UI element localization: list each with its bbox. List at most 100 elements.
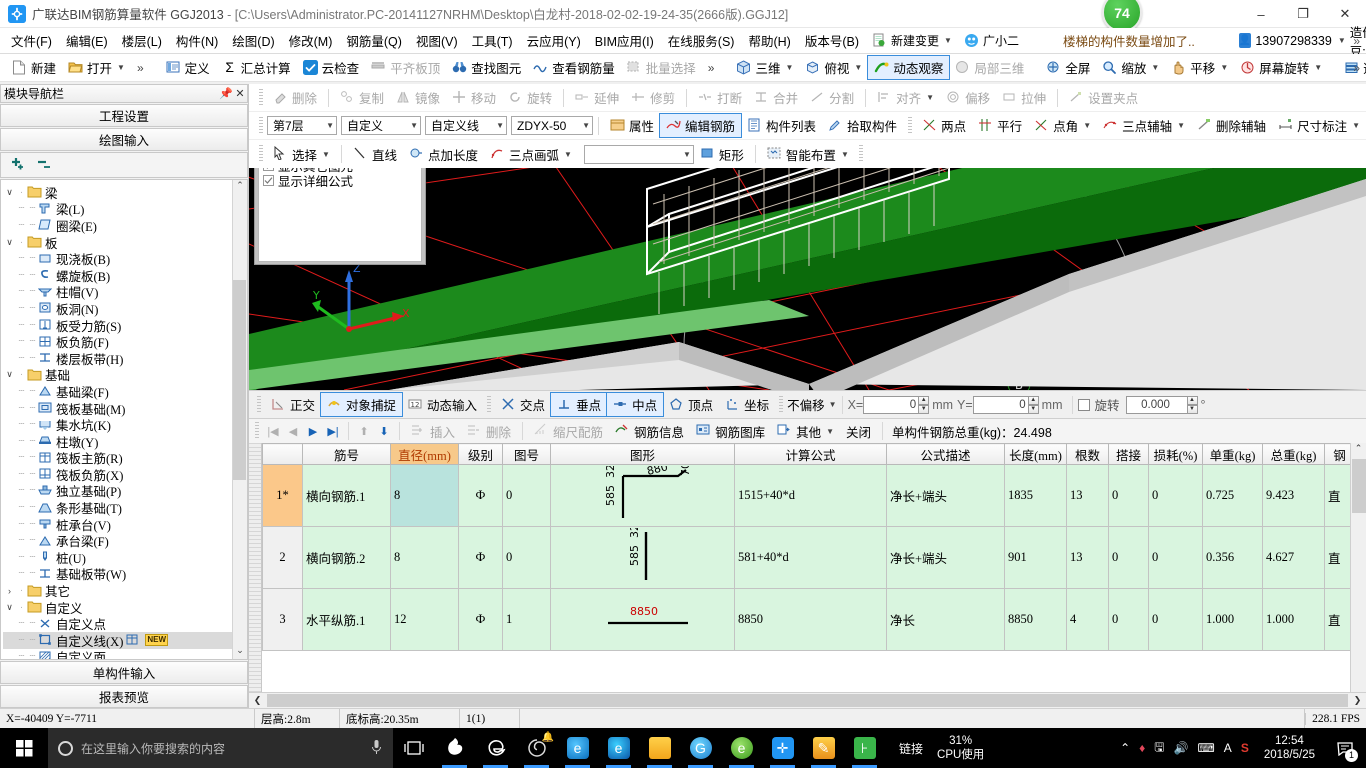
tree-item-6[interactable]: ┄ ┄ 柱帽(V) <box>3 284 232 300</box>
account-phone[interactable]: 13907298339 <box>1255 34 1331 48</box>
chevron-down-icon[interactable]: ▼ <box>854 63 862 72</box>
line-tool-button[interactable]: 直线 <box>347 143 403 166</box>
component-tree[interactable]: ∨ · 梁 ┄ ┄ 梁(L) ┄ ┄ 圈梁(E) ∨ · 板 ┄ ┄ 现浇板(B) ┄ ┄ 螺旋板(B) ┄ ┄ 柱帽(… <box>0 179 248 660</box>
taskbar-app-360[interactable]: G <box>680 728 721 768</box>
cell-count[interactable]: 13 <box>1066 526 1109 589</box>
perpendicular-snap-button[interactable]: 垂点 <box>550 392 609 417</box>
chevron-down-icon[interactable]: ▼ <box>496 121 504 130</box>
cell-loss[interactable]: 0 <box>1148 526 1203 589</box>
rebar-table-container[interactable]: 筋号 直径(mm) 级别 图号 图形 计算公式 公式描述 长度(mm) 根数 搭接 损耗(%) 单重(… <box>249 443 1366 692</box>
rotate-button[interactable]: 旋转 <box>502 86 558 109</box>
toolbar-grip[interactable] <box>259 116 263 135</box>
three-point-arc-button[interactable]: 三点画弧 ▼ <box>484 143 578 166</box>
column-header-9[interactable]: 根数 <box>1066 443 1109 465</box>
cell-lap[interactable]: 0 <box>1108 588 1149 651</box>
tree-item-2[interactable]: ┄ ┄ 圈梁(E) <box>3 217 232 234</box>
cell-total-weight[interactable]: 1.000 <box>1262 588 1325 651</box>
chevron-down-icon[interactable]: ▼ <box>322 150 330 159</box>
point-angle-button[interactable]: 点角 ▼ <box>1028 114 1097 137</box>
screen-rotate-button[interactable]: 屏幕旋转 ▼ <box>1234 56 1328 79</box>
optbar-grip[interactable] <box>487 395 492 414</box>
rotate-stepper[interactable]: ▲ ▼ <box>1186 395 1198 414</box>
move-button[interactable]: 移动 <box>446 86 502 109</box>
point-length-button[interactable]: 点加长度 <box>403 143 484 166</box>
member-list-button[interactable]: 构件列表 <box>741 114 822 137</box>
nav-close-icon[interactable]: ✕ <box>233 87 247 100</box>
cell-formula[interactable]: 1515+40*d <box>734 464 887 527</box>
toolbar-overflow-mid-icon[interactable]: » <box>702 61 721 75</box>
taskbar-app-ie[interactable]: e <box>557 728 598 768</box>
column-header-4[interactable]: 图号 <box>502 443 551 465</box>
stepper-up-icon[interactable]: ▲ <box>1027 395 1039 405</box>
rotate-input[interactable]: 0.000 <box>1125 395 1188 414</box>
menu-bim-app[interactable]: BIM应用(I) <box>588 28 661 53</box>
x-input[interactable]: 0 <box>863 395 920 414</box>
checkbox-show-detail-formula[interactable] <box>263 175 274 186</box>
chevron-down-icon[interactable]: ▼ <box>944 36 952 45</box>
tree-item-25[interactable]: ∨ · 自定义 <box>3 599 232 616</box>
tree-item-7[interactable]: ┄ ┄ 板洞(N) <box>3 300 232 317</box>
taskbar-app-spiral[interactable]: 🔔 <box>516 728 557 768</box>
cell-loss[interactable]: 0 <box>1148 588 1203 651</box>
rotate-checkbox[interactable] <box>1077 398 1090 411</box>
toolbar-grip[interactable] <box>858 145 863 163</box>
rebar-info-button[interactable]: 钢筋信息 <box>609 420 690 443</box>
scroll-down-icon[interactable]: ⌄ <box>236 645 244 659</box>
cell-total-weight[interactable]: 9.423 <box>1262 464 1325 527</box>
chevron-down-icon[interactable]: ▼ <box>826 427 834 436</box>
first-record-button[interactable]: |◀ <box>263 425 283 438</box>
ortho-button[interactable]: 正交 <box>265 393 321 416</box>
stepper-up-icon[interactable]: ▲ <box>918 395 930 405</box>
chevron-down-icon[interactable]: ▼ <box>1151 63 1159 72</box>
menu-floor[interactable]: 楼层(L) <box>115 28 169 53</box>
floor-select[interactable]: 第7层 ▼ <box>267 116 337 135</box>
stepper-down-icon[interactable]: ▼ <box>918 404 930 414</box>
tree-item-0[interactable]: ∨ · 梁 <box>3 184 232 201</box>
cell-total-weight[interactable]: 4.627 <box>1262 526 1325 589</box>
scroll-left-icon[interactable]: ❮ <box>249 695 266 706</box>
split-button[interactable]: 分割 <box>804 86 860 109</box>
cell-drawing-no[interactable]: 0 <box>502 464 551 527</box>
cell-grade[interactable]: Ф <box>458 526 503 589</box>
toolbar-overflow-right-icon[interactable]: » <box>1353 61 1360 75</box>
cell-bar-no[interactable]: 水平纵筋.1 <box>302 588 391 651</box>
tree-item-11[interactable]: ∨ · 基础 <box>3 367 232 383</box>
align-button[interactable]: 对齐 ▼ <box>871 86 940 109</box>
chevron-down-icon[interactable]: ▼ <box>829 400 837 409</box>
taskbar-app-notes[interactable]: ✎ <box>803 728 844 768</box>
chevron-down-icon[interactable]: ▼ <box>582 121 590 130</box>
move-down-button[interactable]: ⬇ <box>374 425 394 438</box>
h-scroll-thumb[interactable] <box>267 694 1348 707</box>
category-select[interactable]: 自定义 ▼ <box>341 116 421 135</box>
offset-button[interactable]: 偏移 <box>940 86 996 109</box>
close-rebar-table-button[interactable]: 关闭 <box>840 420 877 443</box>
taskbar-app-edge[interactable]: e <box>598 728 639 768</box>
project-settings-button[interactable]: 工程设置 <box>0 104 248 127</box>
cell-rebar-type[interactable]: 直 <box>1324 588 1350 651</box>
tree-item-23[interactable]: ┄ ┄ 基础板带(W) <box>3 566 232 582</box>
chevron-down-icon[interactable]: ▼ <box>1220 63 1228 72</box>
menu-view[interactable]: 视图(V) <box>409 28 465 53</box>
tree-item-24[interactable]: › · 其它 <box>3 582 232 599</box>
tray-usb-icon[interactable]: 🖫 <box>1154 738 1164 759</box>
open-file-button[interactable]: 打开 ▼ <box>62 56 131 79</box>
menu-overflow-icon[interactable]: » <box>1353 34 1360 48</box>
cell-count[interactable]: 13 <box>1066 464 1109 527</box>
menu-file[interactable]: 文件(F) <box>4 28 59 53</box>
select-floor-button[interactable]: 选择楼层 <box>1338 56 1366 79</box>
zoom-button[interactable]: 缩放 ▼ <box>1096 56 1165 79</box>
rebar-toolbar-grip[interactable] <box>255 422 259 440</box>
cell-diameter[interactable]: 8 <box>390 464 459 527</box>
edit-rebar-button[interactable]: 编辑钢筋 <box>659 113 743 138</box>
tray-sogou-icon[interactable]: S <box>1241 741 1249 755</box>
define-button[interactable]: 定义 <box>160 56 216 79</box>
stepper-down-icon[interactable]: ▼ <box>1027 404 1039 414</box>
single-member-input-button[interactable]: 单构件输入 <box>0 661 248 684</box>
cell-bar-no[interactable]: 横向钢筋.1 <box>302 464 391 527</box>
taskbar-app-wps[interactable] <box>434 728 475 768</box>
expand-all-icon[interactable] <box>9 157 26 174</box>
cell-diameter[interactable]: 8 <box>390 526 459 589</box>
menu-tools[interactable]: 工具(T) <box>465 28 520 53</box>
cell-length[interactable]: 901 <box>1004 526 1067 589</box>
cell-drawing-no[interactable]: 1 <box>502 588 551 651</box>
